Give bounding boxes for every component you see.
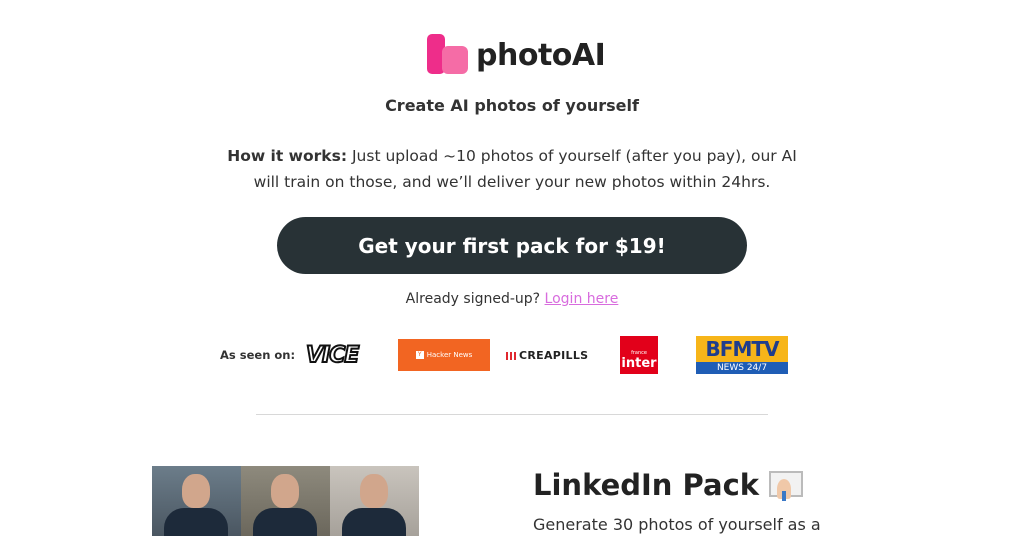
hacker-news-logo: Y Hacker News <box>398 339 490 371</box>
page-subtitle: Create AI photos of yourself <box>385 96 639 115</box>
bfmtv-logo: BFMTV NEWS 24/7 <box>696 336 788 374</box>
brand-logo[interactable]: photoAI <box>426 34 606 76</box>
how-it-works-text: How it works: Just upload ~10 photos of … <box>212 143 812 195</box>
creapills-bars-icon <box>506 351 516 360</box>
sample-photo <box>152 466 241 536</box>
france-inter-logo: france inter <box>620 336 658 374</box>
hacker-news-y-icon: Y <box>415 351 424 359</box>
pack-description: Generate 30 photos of yourself as a <box>533 515 821 534</box>
sample-photo <box>330 466 419 536</box>
pack-title: LinkedIn Pack <box>533 468 804 502</box>
brand-name: photoAI <box>476 37 606 73</box>
creapills-logo-text: CREAPILLS <box>519 348 589 362</box>
get-first-pack-button[interactable]: Get your first pack for $19! <box>277 217 747 274</box>
creapills-logo: CREAPILLS <box>506 349 616 362</box>
france-inter-text: inter <box>621 356 657 371</box>
signin-prompt: Already signed-up? Login here <box>0 291 1024 307</box>
linkedin-sample-photos <box>152 466 420 536</box>
login-link[interactable]: Login here <box>545 291 619 307</box>
pack-title-text: LinkedIn Pack <box>533 468 760 502</box>
how-it-works-label: How it works: <box>227 147 348 165</box>
sample-photo <box>241 466 330 536</box>
bfmtv-logo-top: BFMTV <box>696 336 788 362</box>
bfmtv-logo-bottom: NEWS 24/7 <box>696 362 788 374</box>
businessman-icon <box>769 469 804 501</box>
section-divider <box>256 414 768 415</box>
vice-logo: VICE <box>305 342 360 369</box>
hacker-news-logo-text: Hacker News <box>426 351 473 359</box>
photoai-logo-icon <box>426 34 470 76</box>
as-seen-on-label: As seen on: <box>220 348 296 362</box>
as-seen-on: As seen on: VICE Y Hacker News CREAPILLS… <box>220 335 788 375</box>
signin-prompt-text: Already signed-up? <box>405 291 541 307</box>
